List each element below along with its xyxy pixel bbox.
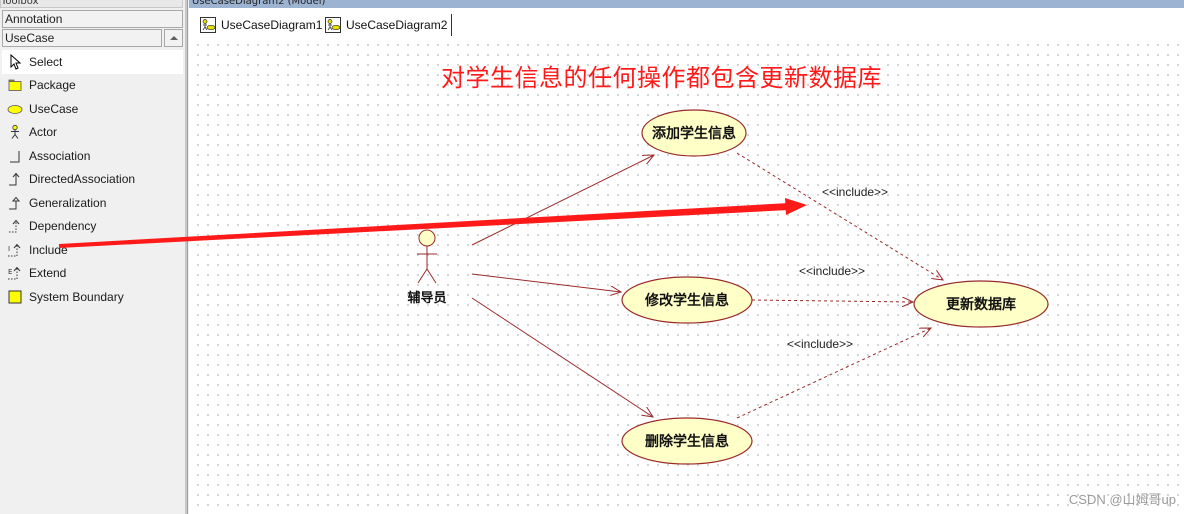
tab-usecasediagram1[interactable]: UseCaseDiagram1	[196, 14, 326, 36]
toolbox-item-dependency[interactable]: Dependency	[2, 215, 183, 239]
toolbox-item-package[interactable]: Package	[2, 74, 183, 98]
include-modify-updatedb[interactable]	[751, 300, 913, 302]
extend-icon: E	[6, 265, 24, 281]
watermark: CSDN @山姆哥up	[1068, 492, 1176, 507]
actor-icon	[6, 124, 24, 140]
toolbox-section-annotation[interactable]: Annotation	[2, 10, 183, 28]
dependency-icon	[6, 218, 24, 234]
diagram-canvas[interactable]: 对学生信息的任何操作都包含更新数据库 辅导员 <<include>> <<inc…	[59, 36, 1184, 514]
usecase-modify-student[interactable]: 修改学生信息	[621, 276, 753, 324]
toolbox-item-label: Package	[29, 78, 76, 93]
association-actor-modify[interactable]	[471, 273, 621, 292]
generalization-icon	[6, 195, 24, 211]
usecase-label: 修改学生信息	[644, 292, 729, 309]
usecase-update-database[interactable]: 更新数据库	[913, 280, 1049, 328]
usecase-label: 删除学生信息	[645, 433, 729, 450]
toolbox-item-system-boundary[interactable]: System Boundary	[2, 285, 183, 309]
package-icon	[6, 77, 24, 93]
toolbox-item-generalization[interactable]: Generalization	[2, 191, 183, 215]
toolbox-item-association[interactable]: Association	[2, 144, 183, 168]
usecase-add-student[interactable]: 添加学生信息	[641, 109, 747, 157]
toolbox-item-label: Extend	[29, 266, 67, 281]
actor-counselor[interactable]: 辅导员	[407, 229, 447, 306]
tab-label: UseCaseDiagram1	[221, 18, 323, 32]
usecase-label: 添加学生信息	[652, 125, 736, 142]
toolbox-section-usecase[interactable]: UseCase	[2, 29, 162, 47]
association-icon	[6, 148, 24, 164]
include-stereotype-label: <<include>>	[799, 264, 865, 278]
diagram-drawing: 辅导员 <<include>> <<include>> <<include>> …	[59, 109, 1049, 465]
toolbox-item-label: UseCase	[29, 101, 79, 116]
association-actor-add[interactable]	[471, 155, 654, 246]
collapse-section-button[interactable]	[164, 29, 183, 47]
toolbox-item-usecase[interactable]: UseCase	[2, 97, 183, 121]
usecase-diagram-icon	[325, 17, 341, 33]
toolbox-item-list: Select Package UseCase Actor Association…	[2, 50, 183, 309]
panel-splitter[interactable]	[185, 0, 188, 514]
include-stereotype-label: <<include>>	[787, 337, 853, 351]
include-add-updatedb[interactable]	[736, 152, 943, 280]
document-titlebar: UseCaseDiagram2 (Model)	[189, 0, 1184, 8]
toolbox-item-label: System Boundary	[29, 289, 124, 304]
usecase-diagram-icon	[200, 17, 216, 33]
cursor-icon	[6, 53, 24, 70]
usecase-icon	[6, 101, 24, 117]
toolbox-item-label: Select	[29, 54, 63, 69]
actor-leg-left	[417, 268, 428, 284]
tab-usecasediagram2[interactable]: UseCaseDiagram2	[321, 14, 453, 36]
svg-text:I: I	[8, 245, 10, 253]
uml-editor-window: Toolbox Annotation UseCase Select Packag…	[0, 0, 1184, 514]
toolbox-item-label: Dependency	[29, 219, 97, 234]
actor-leg-right	[426, 268, 437, 284]
toolbox-panel: Toolbox Annotation UseCase Select Packag…	[0, 0, 185, 514]
directed-association-icon	[6, 171, 24, 187]
include-stereotype-label: <<include>>	[822, 185, 888, 199]
tab-label: UseCaseDiagram2	[346, 18, 448, 32]
annotation-arrow-head	[785, 198, 807, 215]
toolbox-item-label: DirectedAssociation	[29, 172, 136, 187]
toolbox-item-label: Actor	[29, 125, 58, 140]
toolbox-item-select[interactable]: Select	[2, 50, 183, 74]
actor-name: 辅导员	[407, 290, 446, 306]
toolbox-item-actor[interactable]: Actor	[2, 121, 183, 145]
toolbox-item-directed-association[interactable]: DirectedAssociation	[2, 168, 183, 192]
usecase-delete-student[interactable]: 删除学生信息	[621, 417, 753, 465]
association-actor-delete[interactable]	[471, 297, 653, 417]
actor-head	[418, 229, 436, 247]
usecase-label: 更新数据库	[946, 296, 1016, 313]
diagram-tab-bar: UseCaseDiagram1 UseCaseDiagram2	[189, 8, 1184, 36]
include-icon: I	[6, 242, 24, 258]
svg-text:E: E	[8, 268, 12, 276]
toolbox-item-label: Association	[29, 148, 91, 163]
toolbox-item-extend[interactable]: E Extend	[2, 262, 183, 286]
system-boundary-icon	[6, 289, 24, 305]
toolbox-titlebar: Toolbox	[0, 0, 183, 8]
toolbox-item-label: Generalization	[29, 195, 107, 210]
